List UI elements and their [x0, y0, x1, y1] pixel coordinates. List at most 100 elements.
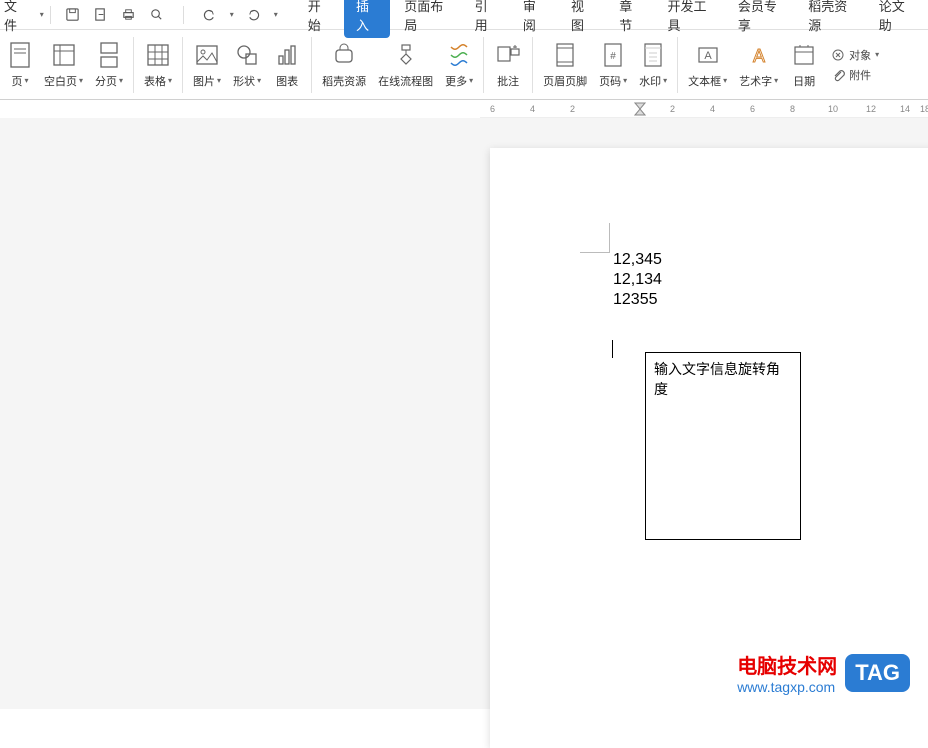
tab-references[interactable]: 引用: [463, 0, 509, 38]
svg-text:#: #: [610, 51, 616, 62]
chevron-down-icon: ▾: [119, 76, 123, 85]
ruler-tick: 8: [790, 104, 795, 114]
document-body[interactable]: 12,345 12,134 12355: [613, 250, 662, 310]
paperclip-icon: [831, 68, 845, 82]
chevron-down-icon: ▾: [257, 76, 261, 85]
indent-marker-icon[interactable]: [634, 102, 646, 116]
quick-access: ▾ ▾: [57, 6, 286, 24]
header-footer-button[interactable]: 页眉页脚: [537, 39, 593, 91]
tab-thesis[interactable]: 论文助: [867, 0, 924, 38]
separator: [182, 37, 183, 93]
daoke-label: 稻壳资源: [322, 73, 366, 89]
object-label: 对象: [849, 47, 871, 63]
page-watermark: 电脑技术网 www.tagxp.com TAG: [737, 650, 910, 695]
watermark-title: 电脑技术网: [737, 650, 837, 679]
horizontal-ruler[interactable]: 6 4 2 2 4 6 8 10 12 14 18: [480, 100, 928, 118]
chart-button[interactable]: 图表: [267, 39, 307, 91]
blank-page-icon: [50, 41, 78, 69]
svg-text:A: A: [753, 46, 765, 66]
tab-insert[interactable]: 插入: [344, 0, 390, 38]
redo-icon[interactable]: [246, 7, 262, 23]
chevron-down-icon: ▾: [623, 76, 627, 85]
flowchart-label: 在线流程图: [378, 73, 433, 89]
watermark-tag: TAG: [845, 654, 910, 692]
page-break-button[interactable]: 分页▾: [89, 39, 129, 91]
picture-button[interactable]: 图片▾: [187, 39, 227, 91]
date-button[interactable]: 日期: [784, 39, 824, 91]
table-button[interactable]: 表格▾: [138, 39, 178, 91]
ruler-tick: 10: [828, 104, 838, 114]
text-line: 12,345: [613, 250, 662, 270]
tab-daoke[interactable]: 稻壳资源: [796, 0, 864, 38]
chevron-down-icon: ▾: [875, 50, 879, 59]
tab-review[interactable]: 审阅: [511, 0, 557, 38]
shape-label: 形状: [233, 73, 255, 89]
cover-page-button[interactable]: 页▾: [2, 39, 38, 91]
picture-icon: [193, 41, 221, 69]
comment-icon: [494, 41, 522, 69]
date-label: 日期: [793, 73, 815, 89]
chevron-down-icon: ▾: [774, 76, 778, 85]
comment-button[interactable]: 批注: [488, 39, 528, 91]
tab-view[interactable]: 视图: [559, 0, 605, 38]
text-line: 12,134: [613, 270, 662, 290]
textbox-button[interactable]: A 文本框▾: [682, 39, 733, 91]
wordart-icon: A: [745, 41, 773, 69]
ruler-tick: 2: [570, 104, 575, 114]
page-icon: [6, 41, 34, 69]
chevron-down-icon: ▾: [663, 76, 667, 85]
attachment-button[interactable]: 附件: [828, 67, 882, 83]
new-doc-icon[interactable]: [93, 7, 109, 23]
undo-icon[interactable]: [202, 7, 218, 23]
daoke-icon: [330, 41, 358, 69]
svg-text:A: A: [704, 50, 712, 62]
separator: [311, 37, 312, 93]
wordart-button[interactable]: A 艺术字▾: [733, 39, 784, 91]
ruler-tick: 14: [900, 104, 910, 114]
table-label: 表格: [144, 73, 166, 89]
more-button[interactable]: 更多▾: [439, 39, 479, 91]
shape-button[interactable]: 形状▾: [227, 39, 267, 91]
chart-label: 图表: [276, 73, 298, 89]
more-icon: [445, 41, 473, 69]
tab-chapter[interactable]: 章节: [607, 0, 653, 38]
table-icon: [144, 41, 172, 69]
ruler-tick: 4: [710, 104, 715, 114]
comment-label: 批注: [497, 73, 519, 89]
flowchart-button[interactable]: 在线流程图: [372, 39, 439, 91]
watermark-icon: [639, 41, 667, 69]
file-menu[interactable]: 文件: [4, 0, 40, 38]
object-button[interactable]: 对象 ▾: [828, 47, 882, 63]
print-icon[interactable]: [121, 7, 137, 23]
ruler-tick: 2: [670, 104, 675, 114]
watermark-label: 水印: [639, 73, 661, 89]
tab-start[interactable]: 开始: [296, 0, 342, 38]
ruler-tick: 6: [750, 104, 755, 114]
chevron-down-icon: ▾: [168, 76, 172, 85]
top-toolbar: 文件 ▾ ▾ ▾ 开始 插入 页面布局 引用 审阅 视图 章节 开发工具 会员专…: [0, 0, 928, 30]
blank-page-button[interactable]: 空白页▾: [38, 39, 89, 91]
chevron-down-icon: ▾: [79, 76, 83, 85]
tab-member[interactable]: 会员专享: [726, 0, 794, 38]
cover-label: 页: [11, 73, 22, 89]
text-cursor-icon: [612, 340, 613, 358]
page-number-icon: #: [599, 41, 627, 69]
document-workspace: 12,345 12,134 12355 输入文字信息旋转角度 电脑技术网 www…: [0, 118, 928, 709]
textbox-icon: A: [694, 41, 722, 69]
blank-page-label: 空白页: [44, 73, 77, 89]
chevron-down-icon: ▾: [24, 76, 28, 85]
tab-dev-tools[interactable]: 开发工具: [655, 0, 723, 38]
watermark-button[interactable]: 水印▾: [633, 39, 673, 91]
preview-icon[interactable]: [149, 7, 165, 23]
daoke-button[interactable]: 稻壳资源: [316, 39, 372, 91]
page-break-label: 分页: [95, 73, 117, 89]
inserted-textbox[interactable]: 输入文字信息旋转角度: [645, 352, 801, 540]
tab-page-layout[interactable]: 页面布局: [392, 0, 460, 38]
chevron-down-icon: ▾: [40, 10, 44, 19]
save-icon[interactable]: [65, 7, 81, 23]
object-icon: [831, 48, 845, 62]
header-footer-label: 页眉页脚: [543, 73, 587, 89]
margin-corner-icon: [580, 223, 610, 253]
chevron-down-icon: ▾: [217, 76, 221, 85]
page-number-button[interactable]: # 页码▾: [593, 39, 633, 91]
